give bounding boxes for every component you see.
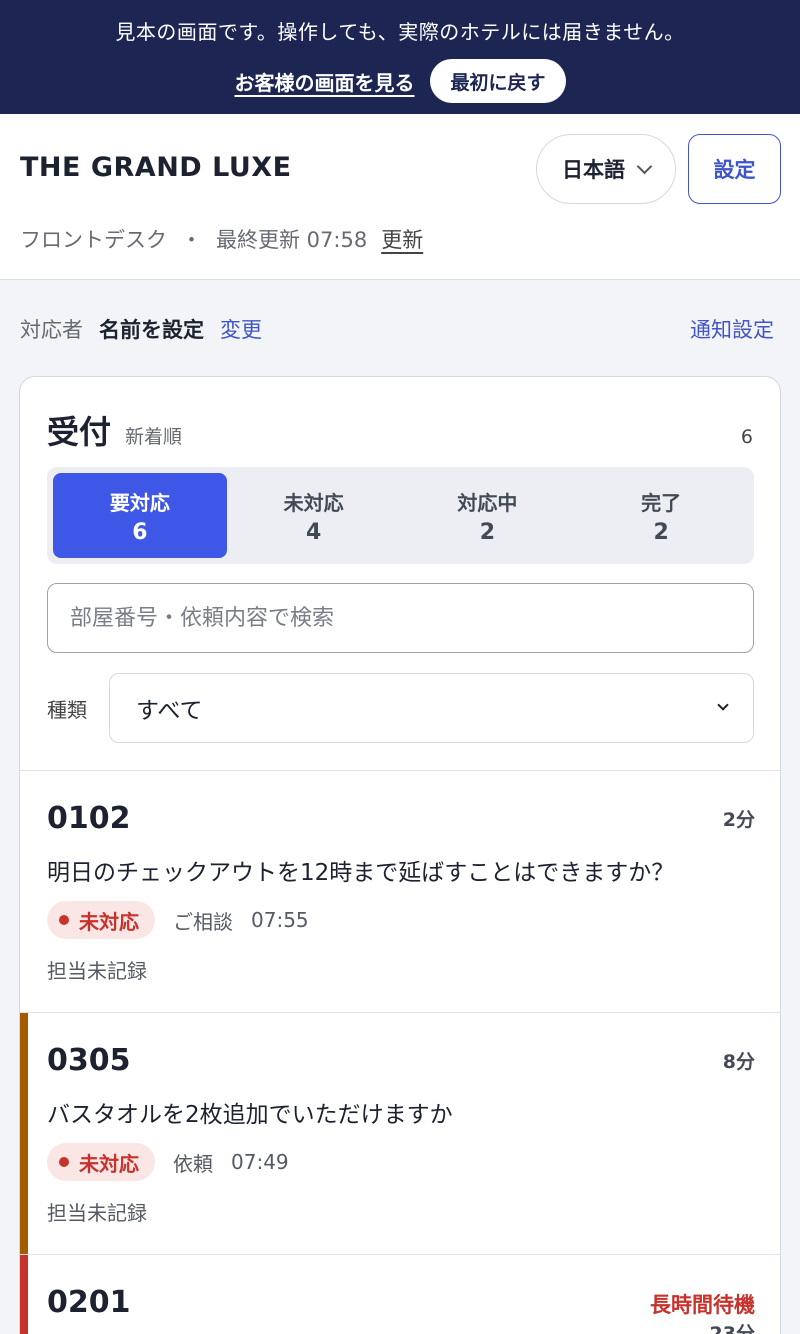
elapsed-time: 8分 [722,1051,755,1073]
tab-in-progress[interactable]: 対応中 2 [401,473,575,558]
request-meta: 未対応 依頼 07:49 [47,1143,289,1181]
type-filter-row: 種類 すべて [47,673,754,743]
settings-button[interactable]: 設定 [688,134,781,204]
department-label: フロントデスク [20,228,167,252]
request-meta: 未対応 ご相談 07:55 [47,901,309,939]
language-selector[interactable]: 日本語 [536,134,676,204]
inbox-header: 受付 新着順 6 [47,407,753,453]
change-assignee-link[interactable]: 変更 [220,314,262,344]
view-guest-screen-link[interactable]: お客様の画面を見る [234,67,414,96]
header: THE GRAND LUXE 日本語 設定 フロントデスク ・ 最終更新 07:… [0,114,800,280]
status-dot-icon [59,915,69,925]
tab-count: 2 [653,519,669,545]
request-item[interactable]: 0102 2分 明日のチェックアウトを12時まで延ばすことはできますか？ 未対応… [20,770,780,1012]
tab-count: 4 [305,519,322,545]
chevron-down-icon [636,158,653,174]
status-badge: 未対応 [47,1143,155,1181]
request-time: 07:49 [231,1150,289,1174]
request-time: 07:55 [251,908,309,932]
banner-actions: お客様の画面を見る 最初に戻す [0,59,800,103]
elapsed-time: 2分 [722,809,755,831]
request-message: 明日のチェックアウトを12時まで延ばすことはできますか？ [47,860,675,886]
tab-label: 対応中 [457,490,518,515]
tab-label: 未対応 [283,490,344,515]
status-label: 未対応 [79,909,139,934]
notification-settings-link[interactable]: 通知設定 [690,314,774,344]
assignee-row: 対応者 名前を設定 変更 通知設定 [20,314,774,344]
hotel-name: THE GRAND LUXE [20,152,292,183]
sort-order: 新着順 [125,426,183,448]
tab-count: 6 [132,519,148,545]
tab-count: 2 [479,519,496,545]
reset-demo-button[interactable]: 最初に戻す [430,59,566,103]
tab-label: 要対応 [109,490,170,515]
request-category: 依頼 [173,1151,213,1176]
status-line: フロントデスク ・ 最終更新 07:58 更新 [20,224,423,254]
owner-status: 担当未記録 [47,959,147,983]
owner-status: 担当未記録 [47,1201,147,1225]
room-number: 0201 [47,1285,131,1320]
separator: ・ [181,228,202,252]
type-filter-select[interactable]: すべて [109,673,754,743]
assignee-name: 名前を設定 [99,318,204,342]
last-updated: 最終更新 07:58 [216,228,368,252]
status-label: 未対応 [79,1151,139,1176]
filter-value: すべて [136,698,203,724]
assignee-label: 対応者 [20,318,83,342]
room-number: 0102 [47,801,131,836]
status-badge: 未対応 [47,901,155,939]
status-tabs: 要対応 6 未対応 4 対応中 2 完了 2 [47,467,754,564]
refresh-link[interactable]: 更新 [381,224,423,254]
long-wait-warning: 長時間待機 [650,1293,755,1317]
filter-label: 種類 [47,697,87,722]
inbox-title: 受付 [47,413,112,451]
request-item[interactable]: 0201 長時間待機 23分 [20,1254,780,1334]
tab-unhandled[interactable]: 未対応 4 [227,473,401,558]
room-number: 0305 [47,1043,131,1078]
inbox-count: 6 [740,426,753,448]
demo-banner: 見本の画面です。操作しても、実際のホテルには届きません。 お客様の画面を見る 最… [0,0,800,114]
request-category: ご相談 [173,909,233,934]
request-item[interactable]: 0305 8分 バスタオルを2枚追加でいただけますか 未対応 依頼 07:49 … [20,1012,780,1254]
demo-notice-text: 見本の画面です。操作しても、実際のホテルには届きません。 [115,20,685,44]
elapsed-time: 23分 [709,1323,755,1334]
priority-bar [20,1013,28,1254]
inbox-card: 受付 新着順 6 要対応 6 未対応 4 対応中 2 完了 2 種類 すべて 0… [19,376,781,1334]
language-value: 日本語 [562,158,625,182]
tab-needs-action[interactable]: 要対応 6 [53,473,227,558]
tab-completed[interactable]: 完了 2 [574,473,748,558]
priority-bar [20,1255,28,1334]
tab-label: 完了 [641,490,682,515]
status-dot-icon [59,1157,69,1167]
search-input[interactable] [47,583,754,653]
request-message: バスタオルを2枚追加でいただけますか [47,1102,453,1128]
chevron-down-icon [717,699,729,711]
